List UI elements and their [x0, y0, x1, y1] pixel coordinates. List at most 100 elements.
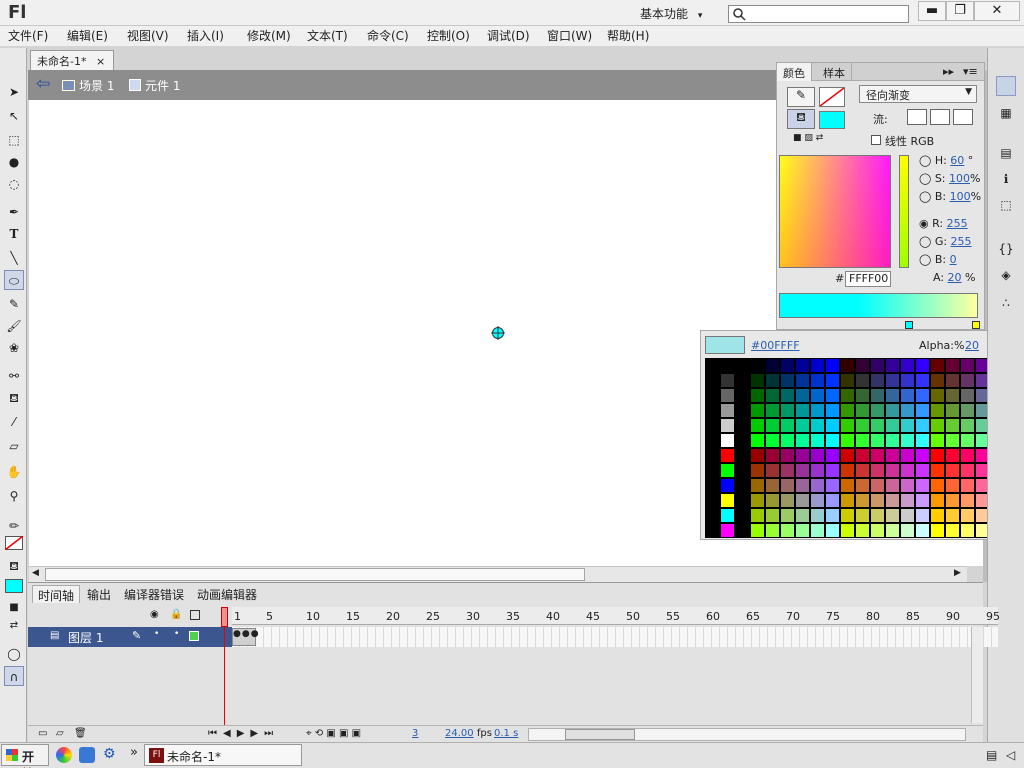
menu-insert[interactable]: 插入(I)	[187, 27, 224, 44]
taskbar-item-flash[interactable]: Fl 未命名-1*	[144, 744, 302, 766]
swatch-cell[interactable]	[810, 418, 825, 433]
swatch-cell[interactable]	[720, 493, 735, 508]
swatch-cell[interactable]	[900, 523, 915, 538]
restore-button[interactable]: ❐	[946, 1, 974, 21]
swatch-cell[interactable]	[810, 388, 825, 403]
swatch-cell[interactable]	[750, 523, 765, 538]
keyframes[interactable]: ●●●	[232, 628, 259, 646]
flow-repeat-button[interactable]	[953, 109, 973, 125]
swatch-cell[interactable]	[810, 508, 825, 523]
swatch-cell[interactable]	[780, 433, 795, 448]
swatch-cell[interactable]	[735, 403, 750, 418]
swatch-cell[interactable]	[915, 358, 930, 373]
swatch-cell[interactable]	[780, 463, 795, 478]
hex-input[interactable]: FFFF00	[845, 271, 891, 287]
swatch-cell[interactable]	[720, 433, 735, 448]
swatch-cell[interactable]	[765, 478, 780, 493]
swatch-cell[interactable]	[825, 388, 840, 403]
swatch-cell[interactable]	[870, 403, 885, 418]
visible-dot[interactable]: •	[154, 629, 159, 639]
swatch-cell[interactable]	[750, 403, 765, 418]
collapse-icon[interactable]: ▸▸	[943, 65, 954, 78]
swatch-cell[interactable]	[900, 418, 915, 433]
frame-row[interactable]: ●●●	[232, 627, 998, 647]
swatch-cell[interactable]	[750, 463, 765, 478]
swatch-cell[interactable]	[750, 433, 765, 448]
swatch-cell[interactable]	[945, 508, 960, 523]
swatch-cell[interactable]	[840, 508, 855, 523]
swatch-cell[interactable]	[765, 508, 780, 523]
swatch-cell[interactable]	[945, 403, 960, 418]
lock-dot[interactable]: •	[174, 629, 179, 639]
swatch-cell[interactable]	[735, 478, 750, 493]
subselection-tool-icon[interactable]: ↖	[4, 106, 24, 126]
gradient-stop-right[interactable]	[972, 321, 980, 329]
swatch-cell[interactable]	[855, 433, 870, 448]
swatch-cell[interactable]	[735, 418, 750, 433]
swatch-cell[interactable]	[885, 433, 900, 448]
show-hide-icon[interactable]: ◉	[150, 609, 159, 620]
swatch-cell[interactable]	[915, 523, 930, 538]
swatch-cell[interactable]	[765, 433, 780, 448]
swatch-cell[interactable]	[780, 358, 795, 373]
swatch-cell[interactable]	[810, 373, 825, 388]
tab-timeline[interactable]: 时间轴	[32, 585, 81, 603]
swatch-cell[interactable]	[810, 478, 825, 493]
swatch-cell[interactable]	[840, 418, 855, 433]
swatch-cell[interactable]	[885, 523, 900, 538]
swatch-cell[interactable]	[870, 373, 885, 388]
swatch-cell[interactable]	[870, 358, 885, 373]
start-button[interactable]: 开始	[1, 744, 49, 768]
frame-ruler[interactable]: 1 5 10 15 20 25 30 35 40 45 50 55 60 65 70 75 80 85 90 95	[232, 607, 1000, 625]
eraser-tool-icon[interactable]: ▱	[4, 436, 24, 456]
swatch-cell[interactable]	[840, 433, 855, 448]
scroll-left-icon[interactable]: ◀	[32, 568, 39, 578]
tab-compiler-errors[interactable]: 编译器错误	[119, 585, 189, 603]
swatch-cell[interactable]	[930, 433, 945, 448]
layer-name[interactable]: 图层 1	[68, 629, 103, 646]
scroll-right-icon[interactable]: ▶	[954, 568, 961, 578]
speaker-tray-icon[interactable]: ◁	[1006, 748, 1015, 762]
swatch-cell[interactable]	[750, 493, 765, 508]
menu-control[interactable]: 控制(O)	[427, 27, 470, 44]
swatch-cell[interactable]	[960, 463, 975, 478]
swatch-cell[interactable]	[795, 478, 810, 493]
swatch-cell[interactable]	[900, 403, 915, 418]
swatch-cell[interactable]	[765, 358, 780, 373]
swatch-cell[interactable]	[930, 418, 945, 433]
brightness-slider[interactable]	[899, 155, 909, 268]
swatch-cell[interactable]	[810, 463, 825, 478]
swatch-cell[interactable]	[750, 373, 765, 388]
swatch-cell[interactable]	[795, 508, 810, 523]
swatch-cell[interactable]	[795, 358, 810, 373]
lasso-tool-icon[interactable]: ◌	[4, 174, 24, 194]
swatch-cell[interactable]	[840, 523, 855, 538]
swatch-cell[interactable]	[930, 493, 945, 508]
swatch-cell[interactable]	[735, 388, 750, 403]
swatch-cell[interactable]	[915, 418, 930, 433]
stroke-color-swatch[interactable]	[4, 535, 24, 556]
frame-rate[interactable]: 24.00 fps	[445, 728, 492, 739]
flow-extend-button[interactable]	[907, 109, 927, 125]
swatch-cell[interactable]	[945, 478, 960, 493]
swatch-cell[interactable]	[855, 448, 870, 463]
swatch-cell[interactable]	[915, 493, 930, 508]
swatch-cell[interactable]	[780, 493, 795, 508]
swatch-cell[interactable]	[705, 388, 720, 403]
back-arrow-icon[interactable]: ⇦	[36, 74, 50, 94]
swatch-cell[interactable]	[750, 358, 765, 373]
swatch-cell[interactable]	[735, 508, 750, 523]
swatch-cell[interactable]	[840, 448, 855, 463]
swatch-cell[interactable]	[840, 373, 855, 388]
panel-menu-icon[interactable]: ▾≡	[963, 65, 978, 78]
swatch-cell[interactable]	[810, 403, 825, 418]
swatch-cell[interactable]	[825, 478, 840, 493]
delete-layer-icon[interactable]: 🗑	[74, 728, 87, 739]
swatch-cell[interactable]	[855, 388, 870, 403]
swatch-cell[interactable]	[780, 508, 795, 523]
swatch-cell[interactable]	[930, 373, 945, 388]
swatch-cell[interactable]	[885, 358, 900, 373]
flow-reflect-button[interactable]	[930, 109, 950, 125]
browser-icon[interactable]	[79, 747, 95, 763]
menu-debug[interactable]: 调试(D)	[487, 27, 530, 44]
